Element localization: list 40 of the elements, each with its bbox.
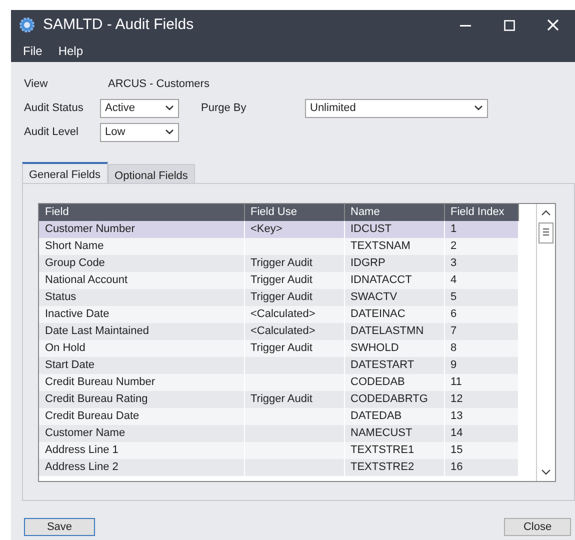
table-row[interactable]: Short Name TEXTSNAM 2 <box>39 238 536 255</box>
table-row[interactable]: National Account Trigger Audit IDNATACCT 4 <box>39 272 536 289</box>
close-icon <box>547 19 559 31</box>
close-button[interactable]: Close <box>504 518 571 536</box>
menu-item[interactable]: Help <box>52 42 90 60</box>
table-row[interactable]: Credit Bureau Rating Trigger Audit CODEDABRTG 12 <box>39 391 536 408</box>
field-label: View <box>24 76 49 92</box>
column-header[interactable]: Field Use <box>244 204 344 221</box>
field-label: Purge By <box>201 100 248 116</box>
table-row[interactable]: Customer Name NAMECUST 14 <box>39 425 536 442</box>
dropdown[interactable]: Active <box>100 98 179 118</box>
table-row[interactable]: Status Trigger Audit SWACTV 5 <box>39 289 536 306</box>
column-header[interactable]: Field <box>39 204 244 221</box>
view-value: ARCUS - Customers <box>108 76 210 92</box>
table-row[interactable]: Address Line 1 TEXTSTRE1 15 <box>39 442 536 459</box>
caret-icon <box>165 129 174 135</box>
gear-icon <box>19 17 35 33</box>
table-row[interactable]: On Hold Trigger Audit SWHOLD 8 <box>39 340 536 357</box>
column-header[interactable]: Name <box>344 204 444 221</box>
table-row[interactable]: Start Date DATESTART 9 <box>39 357 536 374</box>
dropdown[interactable]: Unlimited <box>305 98 488 118</box>
caret-icon <box>474 105 483 111</box>
table-row[interactable]: Address Line 2 TEXTSTRE2 16 <box>39 459 536 476</box>
field-label: Audit Level <box>24 124 80 140</box>
table-row[interactable]: Customer Number <Key> IDCUST 1 <box>39 221 536 238</box>
table-row[interactable]: Credit Bureau Number CODEDAB 11 <box>39 374 536 391</box>
dropdown[interactable]: Low <box>100 122 179 142</box>
table-row[interactable]: Group Code Trigger Audit IDGRP 3 <box>39 255 536 272</box>
tab[interactable]: General Fields <box>22 162 108 183</box>
table-row[interactable]: Inactive Date <Calculated> DATEINAC 6 <box>39 306 536 323</box>
caret-icon <box>165 105 174 111</box>
table-row[interactable]: Date Last Maintained <Calculated> DATELASTMN 7 <box>39 323 536 340</box>
menu-item[interactable]: File <box>17 42 48 60</box>
maximize-icon <box>504 20 514 30</box>
window-title: SAMLTD - Audit Fields <box>43 14 195 35</box>
tab[interactable]: Optional Fields <box>108 164 195 183</box>
column-header[interactable]: Field Index <box>444 204 518 221</box>
table-row[interactable]: Credit Bureau Date DATEDAB 13 <box>39 408 536 425</box>
field-label: Audit Status <box>24 100 84 116</box>
save-button[interactable]: Save <box>24 518 95 536</box>
